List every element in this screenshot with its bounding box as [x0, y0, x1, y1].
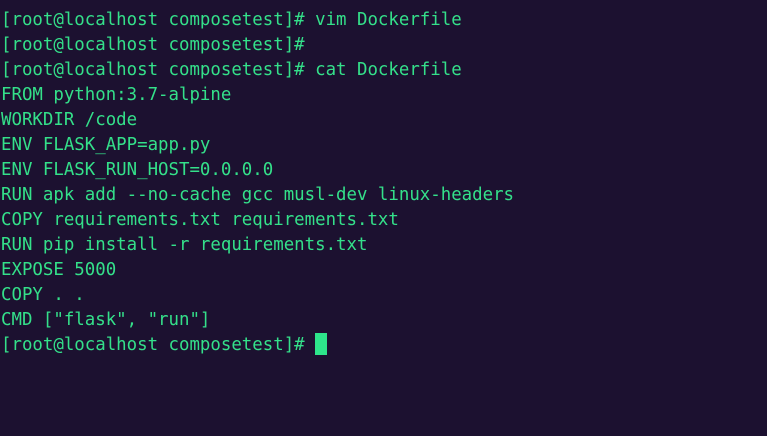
terminal-line: COPY . . [1, 285, 85, 305]
terminal-line: RUN pip install -r requirements.txt [1, 235, 368, 255]
terminal-line: CMD ["flask", "run"] [1, 310, 211, 330]
terminal-line: [root@localhost composetest]# vim Docker… [1, 10, 462, 30]
terminal-prompt: [root@localhost composetest]# [1, 335, 305, 355]
terminal-line: ENV FLASK_RUN_HOST=0.0.0.0 [1, 160, 274, 180]
terminal-line: [root@localhost composetest]# [1, 35, 305, 55]
terminal-line: ENV FLASK_APP=app.py [1, 135, 211, 155]
terminal-prompt-line[interactable]: [root@localhost composetest]# [1, 333, 767, 358]
terminal-line: RUN apk add --no-cache gcc musl-dev linu… [1, 185, 515, 205]
terminal-line: WORKDIR /code [1, 110, 138, 130]
terminal-window[interactable]: [root@localhost composetest]# vim Docker… [0, 0, 767, 436]
terminal-cursor [314, 333, 327, 355]
terminal-line: EXPOSE 5000 [1, 260, 117, 280]
terminal-line: COPY requirements.txt requirements.txt [1, 210, 399, 230]
terminal-line: [root@localhost composetest]# cat Docker… [1, 60, 462, 80]
terminal-line: FROM python:3.7-alpine [1, 85, 232, 105]
